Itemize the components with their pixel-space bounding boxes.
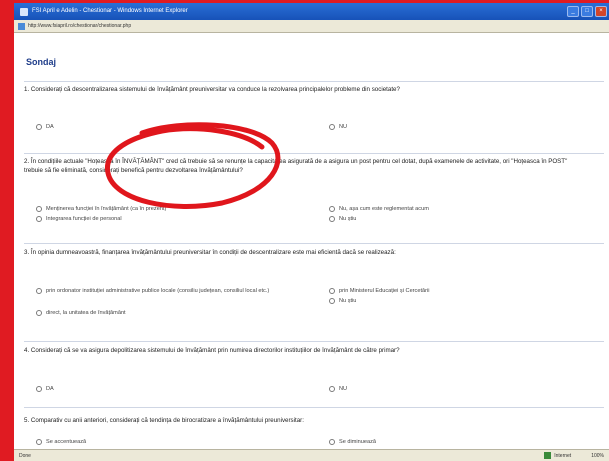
status-text: Done xyxy=(19,452,31,459)
question-1: 1. Considerați că descentralizarea siste… xyxy=(24,81,604,149)
option-label: Integrarea funcției de personal xyxy=(46,216,122,222)
option-label: Se diminuează xyxy=(339,439,377,445)
option-label: Se accentuează xyxy=(46,439,87,445)
option-da[interactable]: DA xyxy=(36,124,54,130)
radio-button[interactable] xyxy=(329,298,335,304)
radio-button[interactable] xyxy=(329,124,335,130)
option-label: NU xyxy=(339,386,348,392)
radio-button[interactable] xyxy=(36,386,42,392)
radio-button[interactable] xyxy=(329,439,335,445)
radio-button[interactable] xyxy=(36,124,42,130)
option-label: NU xyxy=(339,124,348,130)
option-diminueaza[interactable]: Se diminuează xyxy=(329,439,376,445)
maximize-button[interactable]: □ xyxy=(581,6,593,17)
ie-icon xyxy=(20,7,28,16)
window-title: FSI April e Adelin - Chestionar - Window… xyxy=(32,8,188,14)
radio-button[interactable] xyxy=(36,439,42,445)
radio-button[interactable] xyxy=(329,206,335,212)
option-direct[interactable]: direct, la unitatea de învățământ xyxy=(36,310,126,316)
zone-label: Internet xyxy=(554,452,572,459)
question-4: 4. Considerați că se va asigura depoliti… xyxy=(24,341,604,405)
option-label: prin ordonator instituției administrativ… xyxy=(46,288,270,294)
option-nu-stiu[interactable]: Nu știu xyxy=(329,216,356,222)
status-bar: Done Internet 100% xyxy=(14,449,609,461)
option-mentinere[interactable]: Menținerea funcției în învățământ (ca în… xyxy=(36,206,166,212)
option-label: prin Ministerul Educației și Cercetării xyxy=(339,288,430,294)
question-5: 5. Comparativ cu anii anteriori, conside… xyxy=(24,407,604,447)
radio-button[interactable] xyxy=(329,216,335,222)
page-title: Sondaj xyxy=(26,57,57,67)
option-nu-stiu[interactable]: Nu știu xyxy=(329,298,356,304)
option-minister[interactable]: prin Ministerul Educației și Cercetării xyxy=(329,288,429,294)
option-label: Menținerea funcției în învățământ (ca în… xyxy=(46,206,167,212)
option-label: direct, la unitatea de învățământ xyxy=(46,310,126,316)
question-text: 2. În condițiile actuale "Hoțeasca în ÎN… xyxy=(24,158,568,174)
radio-button[interactable] xyxy=(329,386,335,392)
radio-button[interactable] xyxy=(329,288,335,294)
minimize-button[interactable]: _ xyxy=(567,6,579,17)
page-icon xyxy=(18,22,25,30)
question-2: 2. În condițiile actuale "Hoțeasca în ÎN… xyxy=(24,153,604,235)
option-da[interactable]: DA xyxy=(36,386,54,392)
option-accentueaza[interactable]: Se accentuează xyxy=(36,439,86,445)
option-label: Nu știu xyxy=(339,216,357,222)
address-url[interactable]: http://www.fsiapril.ro/chestionar/chesti… xyxy=(28,23,131,29)
option-nu[interactable]: NU xyxy=(329,124,347,130)
option-label: DA xyxy=(46,386,54,392)
option-nu[interactable]: NU xyxy=(329,386,347,392)
option-integrare[interactable]: Integrarea funcției de personal xyxy=(36,216,122,222)
browser-screen: FSI April e Adelin - Chestionar - Window… xyxy=(14,3,609,461)
option-nu-reglementat[interactable]: Nu, așa cum este reglementat acum xyxy=(329,206,429,212)
option-label: DA xyxy=(46,124,54,130)
radio-button[interactable] xyxy=(36,216,42,222)
window-title-bar: FSI April e Adelin - Chestionar - Window… xyxy=(14,3,609,20)
radio-button[interactable] xyxy=(36,310,42,316)
zoom-level[interactable]: 100% xyxy=(591,453,604,459)
option-ordonator[interactable]: prin ordonator instituției administrativ… xyxy=(36,288,316,294)
radio-button[interactable] xyxy=(36,288,42,294)
question-text: 3. În opinia dumneavoastră, finanțarea î… xyxy=(24,249,396,256)
option-label: Nu, așa cum este reglementat acum xyxy=(339,206,429,212)
close-button[interactable]: × xyxy=(595,6,607,17)
radio-button[interactable] xyxy=(36,206,42,212)
question-text: 1. Considerați că descentralizarea siste… xyxy=(24,86,400,93)
question-3: 3. În opinia dumneavoastră, finanțarea î… xyxy=(24,243,604,333)
question-text: 5. Comparativ cu anii anteriori, conside… xyxy=(24,417,304,424)
option-label: Nu știu xyxy=(339,298,357,304)
question-text: 4. Considerați că se va asigura depoliti… xyxy=(24,347,400,354)
globe-icon xyxy=(544,452,552,459)
security-zone: Internet xyxy=(544,452,571,459)
page-content: Sondaj 1. Considerați că descentralizare… xyxy=(14,33,609,449)
address-bar[interactable]: http://www.fsiapril.ro/chestionar/chesti… xyxy=(14,20,609,33)
